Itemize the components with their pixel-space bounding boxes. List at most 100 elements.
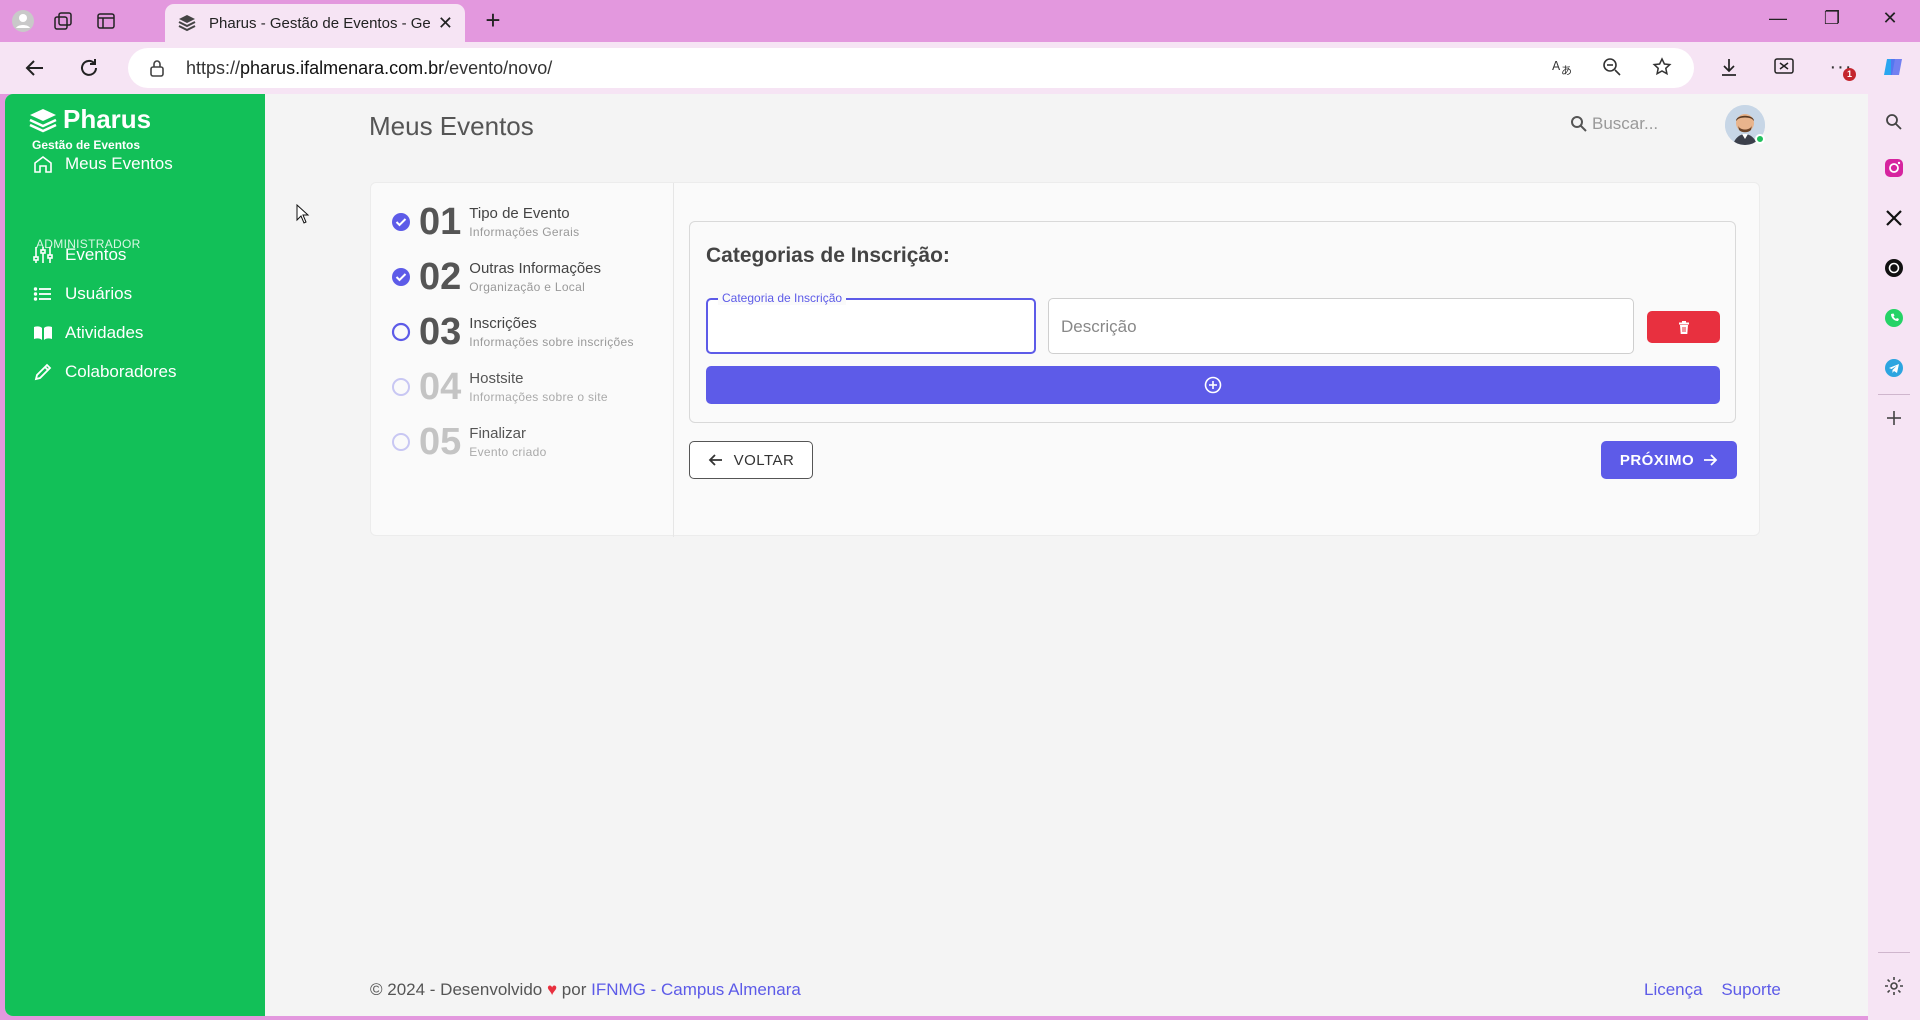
new-tab-button[interactable]: + — [478, 6, 508, 36]
sliders-icon — [33, 247, 53, 263]
home-icon — [34, 156, 52, 173]
step-number: 02 — [419, 256, 462, 298]
search-input[interactable]: Buscar... — [1592, 114, 1658, 134]
page-title: Meus Eventos — [369, 111, 534, 141]
search-box[interactable]: Buscar... — [1570, 114, 1658, 134]
wizard-step-3[interactable]: 03 Inscrições Informações sobre inscriçõ… — [391, 313, 634, 351]
back-button[interactable]: VOLTAR — [689, 441, 813, 479]
arrow-right-icon — [1704, 454, 1718, 466]
license-link[interactable]: Licença — [1644, 980, 1703, 999]
downloads-icon[interactable] — [1712, 50, 1746, 84]
x-twitter-icon[interactable] — [1880, 204, 1908, 232]
sidebar-item-meus-eventos[interactable]: Meus Eventos — [33, 154, 173, 174]
settings-gear-icon[interactable] — [1880, 972, 1908, 1000]
category-field-label: Categoria de Inscrição — [718, 291, 847, 305]
search-icon[interactable] — [1880, 108, 1908, 136]
lock-icon[interactable] — [148, 59, 166, 77]
add-sidebar-app-icon[interactable] — [1880, 404, 1908, 432]
footer-org-link[interactable]: IFNMG - Campus Almenara — [591, 980, 801, 999]
step-subtitle: Organização e Local — [469, 280, 586, 294]
workspaces-icon[interactable] — [48, 6, 78, 36]
telegram-icon[interactable] — [1880, 354, 1908, 382]
step-title: Hostsite — [469, 370, 524, 387]
close-window-icon[interactable]: ✕ — [1870, 8, 1910, 29]
registration-categories-panel: Categorias de Inscrição: Categoria de In… — [689, 221, 1736, 423]
instagram-icon[interactable] — [1880, 154, 1908, 182]
sidebar-item-atividades[interactable]: Atividades — [33, 323, 143, 343]
url-text: https://pharus.ifalmenara.com.br/evento/… — [186, 57, 553, 78]
notification-badge: 1 — [1843, 68, 1856, 81]
search-icon — [1571, 116, 1587, 132]
back-icon[interactable] — [20, 53, 50, 83]
footer-credits: © 2024 - Desenvolvido ♥ por IFNMG - Camp… — [370, 980, 801, 1000]
app-sidebar: Pharus Gestão de Eventos Meus Eventos AD… — [5, 94, 265, 1016]
close-tab-icon[interactable]: ✕ — [438, 13, 453, 34]
add-category-button[interactable] — [706, 366, 1720, 404]
step-subtitle: Informações sobre inscrições — [469, 335, 634, 349]
restore-icon[interactable]: ❐ — [1812, 8, 1852, 29]
profile-icon[interactable] — [8, 6, 38, 36]
screenshot-icon[interactable] — [1767, 50, 1801, 84]
pharus-favicon-icon — [178, 15, 196, 32]
copilot-icon[interactable] — [1876, 50, 1910, 84]
wizard-step-5[interactable]: 05 Finalizar Evento criado — [391, 423, 547, 461]
step-subtitle: Informações Gerais — [469, 225, 580, 239]
description-placeholder: Descrição — [1061, 317, 1137, 336]
footer-copyright: © 2024 - Desenvolvido — [370, 980, 543, 999]
current-step-circle-icon — [391, 322, 411, 342]
browser-tab-bar: Pharus - Gestão de Eventos - Gestão de E… — [0, 0, 1920, 42]
sidebar-item-colaboradores[interactable]: Colaboradores — [33, 362, 177, 382]
rail-divider — [1878, 394, 1910, 395]
mouse-cursor-icon — [296, 204, 310, 224]
pencil-icon — [34, 363, 52, 381]
zoom-out-icon[interactable] — [1595, 50, 1629, 84]
category-field[interactable]: Categoria de Inscrição — [706, 291, 1036, 354]
tab-title: Pharus - Gestão de Eventos - Gestão de E… — [209, 14, 430, 32]
translate-icon[interactable]: Aあ — [1545, 50, 1579, 84]
footer-links: Licença Suporte — [1630, 980, 1781, 1000]
step-title: Inscrições — [469, 315, 537, 332]
address-bar[interactable]: https://pharus.ifalmenara.com.br/evento/… — [128, 48, 1694, 88]
step-title: Tipo de Evento — [469, 205, 570, 222]
brand-subtitle: Gestão de Eventos — [32, 138, 141, 152]
step-number: 01 — [419, 201, 462, 243]
layers-logo-icon — [29, 109, 57, 133]
whatsapp-icon[interactable] — [1880, 304, 1908, 332]
sidebar-item-eventos[interactable]: Eventos — [33, 245, 126, 265]
delete-category-button[interactable] — [1647, 311, 1720, 343]
wizard-steps: 01 Tipo de Evento Informações Gerais 02 … — [371, 183, 674, 537]
step-number: 03 — [419, 311, 462, 353]
check-circle-icon — [392, 268, 410, 286]
step-title: Outras Informações — [469, 260, 601, 277]
tab-actions-icon[interactable] — [91, 6, 121, 36]
sidebar-item-label: Atividades — [65, 323, 144, 342]
step-number: 05 — [419, 421, 462, 463]
back-button-label: VOLTAR — [733, 451, 795, 469]
brand-logo[interactable]: Pharus Gestão de Eventos — [29, 104, 152, 152]
step-subtitle: Informações sobre o site — [469, 390, 608, 404]
svg-text:あ: あ — [1561, 64, 1572, 77]
next-button-label: PRÓXIMO — [1619, 451, 1695, 469]
wizard-step-2[interactable]: 02 Outras Informações Organização e Loca… — [391, 258, 601, 296]
browser-tab-active[interactable]: Pharus - Gestão de Eventos - Gestão de E… — [165, 4, 465, 42]
sidebar-item-usuarios[interactable]: Usuários — [33, 284, 132, 304]
online-status-dot — [1755, 134, 1765, 144]
trash-icon — [1678, 320, 1689, 334]
brand-name: Pharus — [63, 104, 152, 134]
browser-sidebar — [1868, 94, 1920, 1020]
more-menu-icon[interactable]: ··· 1 — [1824, 50, 1858, 84]
support-link[interactable]: Suporte — [1721, 980, 1781, 999]
description-field[interactable]: Descrição — [1048, 298, 1634, 354]
rail-divider-bottom — [1878, 952, 1910, 953]
wizard-step-1[interactable]: 01 Tipo de Evento Informações Gerais — [391, 203, 579, 241]
sidebar-item-label: Colaboradores — [65, 362, 177, 381]
sidebar-item-label: Meus Eventos — [65, 154, 173, 173]
reload-icon[interactable] — [74, 53, 104, 83]
wizard-step-4[interactable]: 04 Hostsite Informações sobre o site — [391, 368, 608, 406]
next-button[interactable]: PRÓXIMO — [1601, 441, 1737, 479]
browser-nav-bar: https://pharus.ifalmenara.com.br/evento/… — [0, 42, 1920, 94]
svg-text:A: A — [1552, 59, 1561, 73]
chatgpt-icon[interactable] — [1880, 254, 1908, 282]
minimize-icon[interactable]: — — [1758, 8, 1798, 29]
favorite-star-icon[interactable] — [1645, 50, 1679, 84]
